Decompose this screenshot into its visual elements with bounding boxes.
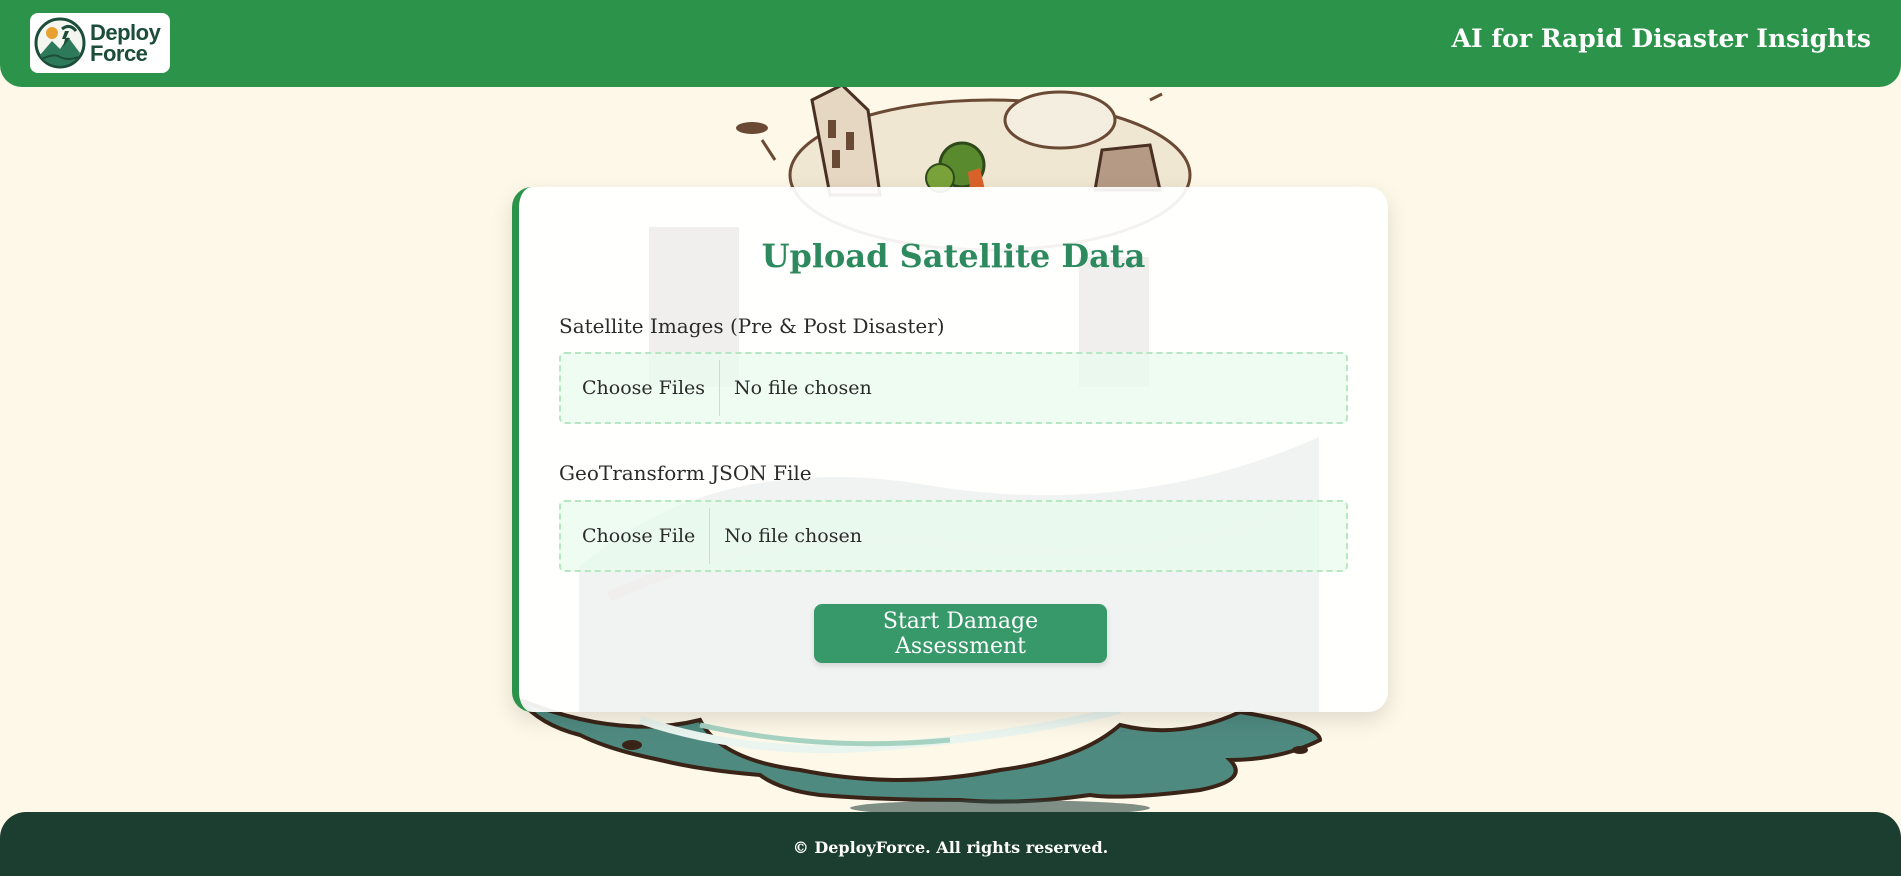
page-title: Upload Satellite Data <box>761 237 1146 275</box>
footer-copyright: © DeployForce. All rights reserved. <box>792 837 1109 857</box>
brand-wordmark: Deploy Force <box>90 20 161 66</box>
header-tagline: AI for Rapid Disaster Insights <box>1451 24 1871 53</box>
choose-files-button[interactable]: Choose Files <box>567 360 721 416</box>
geotransform-json-label: GeoTransform JSON File <box>559 461 812 485</box>
satellite-images-status: No file chosen <box>734 377 872 399</box>
choose-file-button[interactable]: Choose File <box>567 508 711 564</box>
app-footer: © DeployForce. All rights reserved. <box>0 812 1901 876</box>
upload-card: Upload Satellite Data Satellite Images (… <box>512 187 1388 712</box>
brand-wordmark-line2: Force <box>90 41 148 66</box>
satellite-images-input[interactable]: Choose Files No file chosen <box>559 352 1348 424</box>
geotransform-json-status: No file chosen <box>724 525 862 547</box>
start-damage-assessment-button[interactable]: Start Damage Assessment <box>814 604 1107 663</box>
geotransform-json-input[interactable]: Choose File No file chosen <box>559 500 1348 572</box>
app-header: Deploy Force AI for Rapid Disaster Insig… <box>0 0 1901 87</box>
deployforce-logo-icon <box>34 17 86 69</box>
brand-logo[interactable]: Deploy Force <box>30 13 170 73</box>
brand-wordmark-line1: Deploy <box>90 20 161 45</box>
satellite-images-label: Satellite Images (Pre & Post Disaster) <box>559 314 945 338</box>
